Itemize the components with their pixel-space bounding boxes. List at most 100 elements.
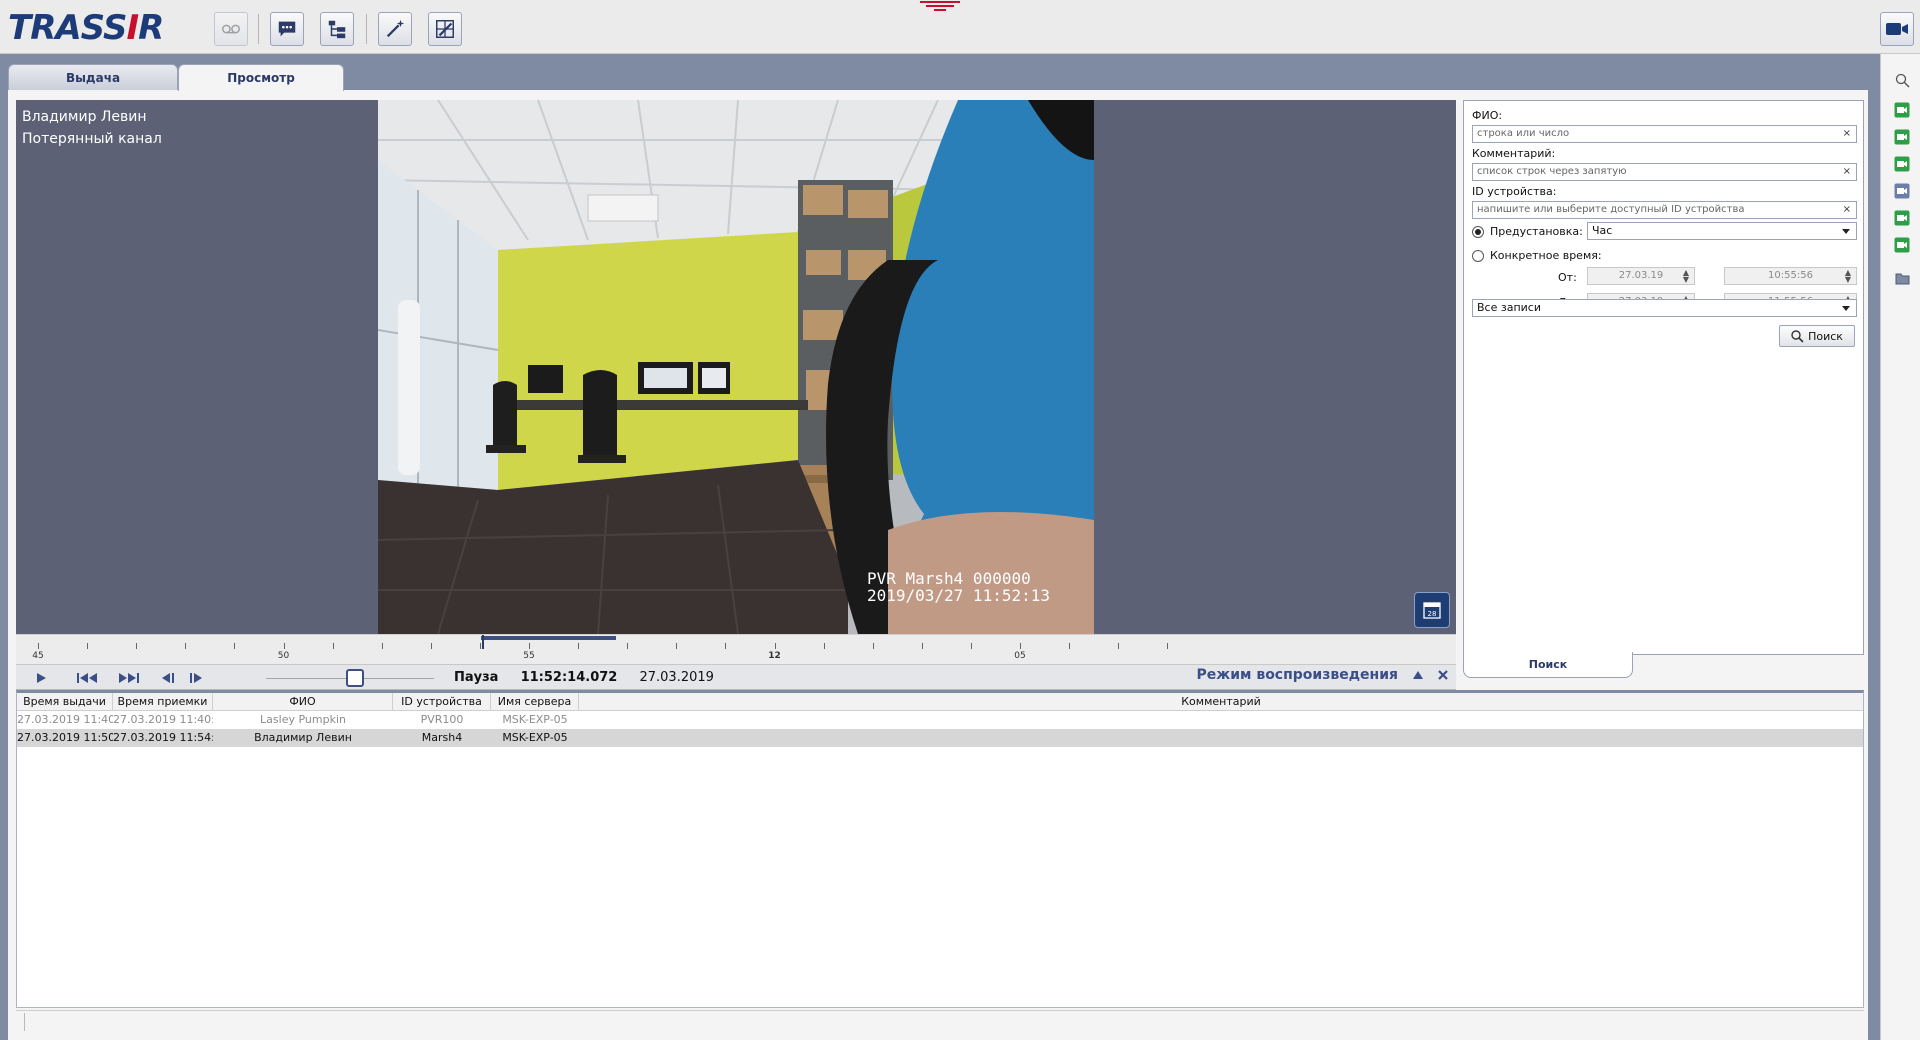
video-camera-button[interactable] (1880, 12, 1914, 46)
timeline-tick (283, 643, 285, 649)
voicemail-icon (222, 24, 240, 34)
dropdown-arrow-icon (1842, 306, 1850, 311)
trassir-logo: TRASSIR (8, 8, 164, 48)
playback-mode-label[interactable]: Режим воспроизведения (1197, 667, 1398, 683)
spinner-arrows-icon[interactable]: ▲▼ (1842, 269, 1854, 284)
timeline-tick (332, 643, 334, 649)
column-comment[interactable]: Комментарий (579, 693, 1863, 711)
camera-green-icon[interactable] (1894, 102, 1910, 118)
table-cell-issue: 27.03.2019 11:40:17 (17, 713, 113, 726)
search-panel: ФИО: строка или число × Комментарий: спи… (1463, 100, 1864, 655)
timeline-tick (1069, 643, 1071, 649)
table-row[interactable]: 27.03.2019 11:40:1727.03.2019 11:40:52 La… (17, 711, 1863, 729)
spinner-arrows-icon[interactable]: ▲▼ (1680, 269, 1692, 284)
chat-icon (278, 21, 296, 37)
skip-forward-icon (119, 673, 139, 683)
records-filter-select[interactable]: Все записи (1472, 299, 1857, 317)
comment-input[interactable]: список строк через запятую × (1472, 163, 1857, 181)
preset-radio[interactable] (1472, 226, 1484, 238)
tab-issue[interactable]: Выдача (8, 64, 178, 91)
frame-back-icon (162, 673, 174, 683)
layout-tools-button[interactable] (428, 12, 462, 46)
close-icon[interactable] (1438, 670, 1448, 680)
timeline-tick (38, 643, 39, 649)
office-scene-image (378, 100, 1094, 634)
top-toolbar: TRASSIR (0, 0, 1920, 54)
frame-back-button[interactable] (156, 668, 178, 688)
preset-value: Час (1592, 224, 1613, 237)
column-device-id[interactable]: ID устройства (393, 693, 491, 711)
device-id-label: ID устройства: (1472, 185, 1557, 198)
playback-status: Пауза 11:52:14.072 27.03.2019 (454, 670, 714, 685)
device-id-placeholder: напишите или выберите доступный ID устро… (1477, 204, 1745, 215)
from-time-field[interactable]: 10:55:56 ▲ ▼ (1724, 267, 1857, 285)
skip-back-icon (77, 673, 97, 683)
from-time-value: 10:55:56 (1768, 270, 1813, 281)
column-server-name[interactable]: Имя сервера (491, 693, 579, 711)
exact-time-radio[interactable] (1472, 250, 1484, 262)
speed-slider-handle[interactable] (346, 669, 364, 687)
video-person-name: Владимир Левин (22, 109, 147, 125)
table-cell-comment (579, 729, 1863, 747)
table-cell-name: Lasley Pumpkin (260, 713, 346, 726)
table-row[interactable]: 27.03.2019 11:50:5927.03.2019 11:54:43 Вл… (17, 729, 1863, 747)
device-tree-button[interactable] (320, 12, 354, 46)
playback-state: Пауза (454, 670, 499, 685)
table-footer (16, 1010, 1864, 1034)
frame-forward-button[interactable] (186, 668, 208, 688)
magic-wand-button[interactable] (378, 12, 412, 46)
camera-green-icon[interactable] (1894, 210, 1910, 226)
voicemail-button[interactable] (214, 12, 248, 46)
clear-icon[interactable]: × (1843, 164, 1851, 180)
camera-green-icon[interactable] (1894, 156, 1910, 172)
skip-back-button[interactable] (74, 668, 100, 688)
timeline-record-segment (481, 636, 616, 640)
timeline-tick (676, 643, 678, 649)
column-accept-time[interactable]: Время приемки (113, 693, 213, 711)
from-date-field[interactable]: 27.03.19 ▲ ▼ (1587, 267, 1695, 285)
device-tree-icon (328, 20, 346, 39)
camera-green-icon[interactable] (1894, 129, 1910, 145)
collapse-up-icon[interactable] (1412, 670, 1424, 680)
preset-select[interactable]: Час (1587, 222, 1857, 240)
tab-view[interactable]: Просмотр (178, 64, 344, 91)
timeline-tick (1020, 643, 1021, 649)
exact-time-label: Конкретное время: (1490, 249, 1602, 262)
preset-label: Предустановка: (1490, 225, 1583, 238)
tab-bar: Выдача Просмотр (0, 54, 1880, 91)
calendar-icon: 28 (1423, 602, 1441, 619)
tab-search[interactable]: Поиск (1463, 652, 1633, 678)
column-issue-time[interactable]: Время выдачи (17, 693, 113, 711)
search-button[interactable]: Поиск (1779, 325, 1855, 347)
timeline-tick (234, 643, 236, 649)
column-name[interactable]: ФИО (213, 693, 393, 711)
clear-icon[interactable]: × (1843, 202, 1851, 218)
from-label: От: (1558, 271, 1577, 284)
play-icon (37, 673, 46, 683)
alarm-indicator-icon[interactable] (920, 0, 960, 14)
clear-icon[interactable]: × (1843, 126, 1851, 142)
table-cell-server: MSK-EXP-05 (502, 713, 568, 726)
camera-osd: PVR Marsh4 000000 2019/03/27 11:52:13 (867, 570, 1050, 604)
device-id-input[interactable]: напишите или выберите доступный ID устро… (1472, 201, 1857, 219)
table-cell-accept: 27.03.2019 11:40:52 (113, 713, 213, 726)
play-button[interactable] (30, 668, 52, 688)
chat-button[interactable] (270, 12, 304, 46)
timeline[interactable]: 45 50 55 12 05 (16, 634, 1456, 664)
calendar-button[interactable]: 28 (1414, 592, 1450, 628)
toolbar-separator (258, 14, 259, 44)
right-sidebar (1880, 54, 1920, 1040)
fio-label: ФИО: (1472, 109, 1503, 122)
playback-controls: Пауза 11:52:14.072 27.03.2019 Режим восп… (16, 664, 1456, 690)
frame-forward-icon (190, 673, 202, 683)
timeline-cursor[interactable] (482, 635, 484, 649)
playback-time: 11:52:14.072 (520, 670, 618, 685)
camera-green-icon[interactable] (1894, 237, 1910, 253)
search-icon[interactable] (1894, 72, 1910, 88)
skip-forward-button[interactable] (116, 668, 142, 688)
fio-input[interactable]: строка или число × (1472, 125, 1857, 143)
video-viewport[interactable]: Владимир Левин Потерянный канал PVR Mars… (16, 100, 1456, 634)
camera-blue-icon[interactable] (1894, 183, 1910, 199)
from-date-value: 27.03.19 (1618, 270, 1664, 281)
folder-icon[interactable] (1894, 270, 1910, 286)
